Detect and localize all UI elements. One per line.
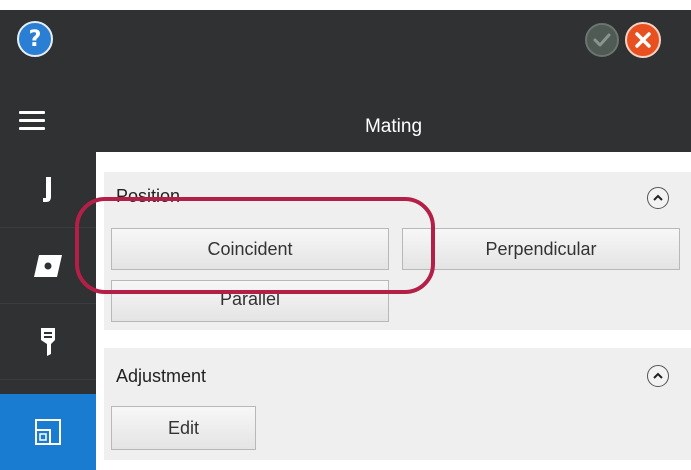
help-icon[interactable]: ? bbox=[17, 21, 53, 57]
mating-panel: ? Mating Position Coincident Perpendicul… bbox=[0, 0, 691, 470]
chevron-up-icon bbox=[653, 372, 663, 379]
content-area: Position Coincident Perpendicular Parall… bbox=[96, 152, 691, 470]
hamburger-menu-icon[interactable] bbox=[19, 111, 45, 131]
coincident-button[interactable]: Coincident bbox=[111, 228, 389, 270]
collapse-adjustment-button[interactable] bbox=[647, 365, 669, 387]
page-title: Mating bbox=[364, 116, 423, 137]
section-title-adjustment: Adjustment bbox=[116, 366, 207, 386]
fixture-icon bbox=[43, 176, 51, 202]
rail-item-mating[interactable] bbox=[0, 394, 96, 470]
perpendicular-button[interactable]: Perpendicular bbox=[402, 228, 680, 270]
title-bar: ? bbox=[0, 10, 691, 102]
adjustment-section: Adjustment Edit bbox=[104, 348, 691, 460]
confirm-button[interactable] bbox=[585, 23, 619, 57]
mating-icon bbox=[35, 419, 61, 445]
close-icon bbox=[635, 32, 651, 48]
collapse-position-button[interactable] bbox=[647, 187, 669, 209]
edit-button[interactable]: Edit bbox=[111, 406, 256, 450]
parallel-button[interactable]: Parallel bbox=[111, 280, 389, 322]
left-rail bbox=[0, 152, 96, 470]
section-title-position: Position bbox=[116, 186, 181, 206]
chevron-up-icon bbox=[653, 194, 663, 201]
cancel-button[interactable] bbox=[625, 22, 661, 58]
checkmark-icon bbox=[593, 33, 611, 47]
rail-item-part[interactable] bbox=[0, 228, 96, 304]
rail-item-fixture[interactable] bbox=[0, 152, 96, 228]
position-section: Position Coincident Perpendicular Parall… bbox=[104, 172, 691, 330]
rail-item-tool[interactable] bbox=[0, 304, 96, 380]
tool-icon bbox=[41, 327, 55, 356]
part-icon bbox=[34, 254, 62, 277]
